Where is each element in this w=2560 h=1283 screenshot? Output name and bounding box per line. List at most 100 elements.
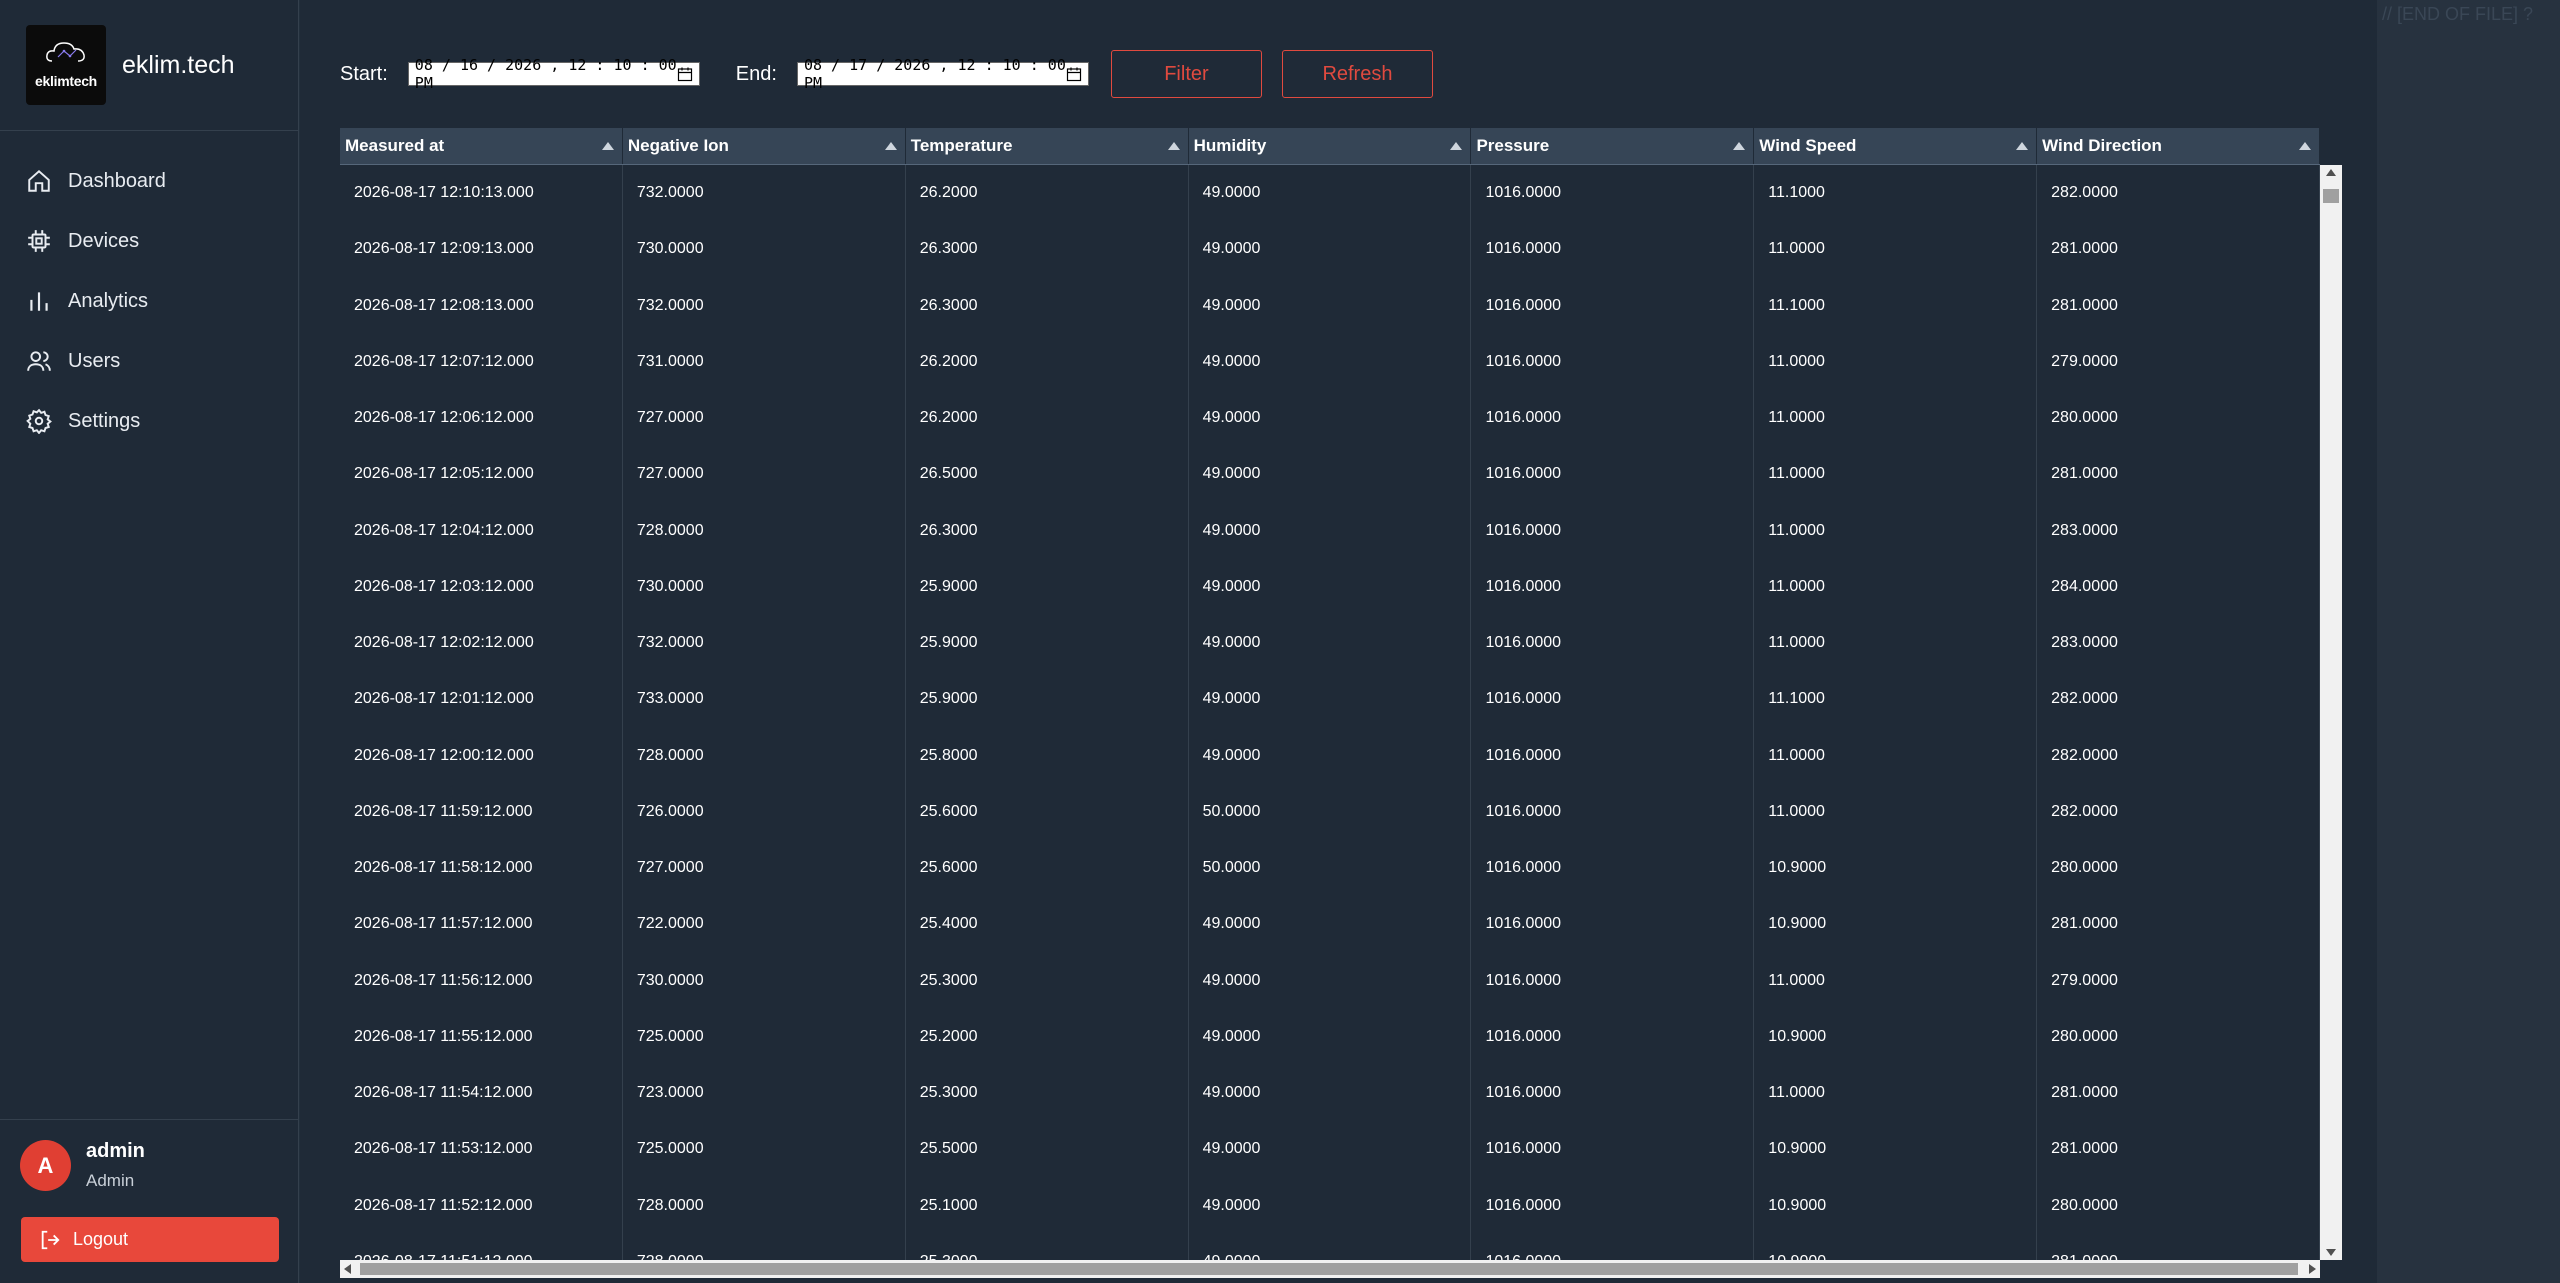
brand-name: eklim.tech: [122, 50, 235, 79]
sort-arrow-icon[interactable]: [1733, 142, 1746, 150]
table-row[interactable]: 2026-08-17 11:55:12.000 725.0000 25.2000 49…: [340, 1009, 2320, 1065]
sort-arrow-icon[interactable]: [1450, 142, 1463, 150]
user-role: Admin: [86, 1171, 135, 1190]
sidebar-item-dashboard[interactable]: Dashboard: [0, 151, 298, 211]
table-row[interactable]: 2026-08-17 12:06:12.000 727.0000 26.2000 49…: [340, 390, 2320, 446]
scroll-right-arrow-icon[interactable]: [2309, 1264, 2316, 1274]
sort-arrow-icon[interactable]: [1167, 142, 1180, 150]
table-row[interactable]: 2026-08-17 11:52:12.000 728.0000 25.1000 49…: [340, 1178, 2320, 1234]
table-cell: 2026-08-17 11:52:12.000: [354, 1196, 533, 1214]
sidebar-item-analytics[interactable]: Analytics: [0, 271, 298, 331]
table-cell: 25.2000: [919, 1027, 978, 1045]
table-cell: 25.9000: [919, 577, 978, 595]
table-row[interactable]: 2026-08-17 12:00:12.000 728.0000 25.8000 49…: [340, 728, 2320, 784]
table-cell: 11.1000: [1768, 690, 1825, 708]
sidebar-item-settings[interactable]: Settings: [0, 391, 298, 451]
filter-button[interactable]: Filter: [1110, 50, 1262, 98]
table-row[interactable]: 2026-08-17 12:02:12.000 732.0000 25.9000 49…: [340, 615, 2320, 671]
scroll-thumb[interactable]: [2323, 189, 2339, 203]
table-cell: 1016.0000: [1485, 1084, 1562, 1102]
table-cell: 281.0000: [2051, 240, 2118, 258]
table-cell: 11.0000: [1768, 409, 1825, 427]
table-cell: 2026-08-17 11:57:12.000: [354, 915, 533, 933]
sort-arrow-icon[interactable]: [2016, 142, 2029, 150]
table-row[interactable]: 2026-08-17 11:57:12.000 722.0000 25.4000 49…: [340, 896, 2320, 952]
table-cell: 2026-08-17 12:10:13.000: [354, 184, 534, 202]
sort-arrow-icon[interactable]: [601, 142, 614, 150]
column-header[interactable]: Wind Direction: [2037, 128, 2321, 164]
calendar-icon[interactable]: [677, 66, 693, 82]
table-cell: 25.8000: [919, 746, 978, 764]
scroll-thumb[interactable]: [360, 1263, 2298, 1275]
brand[interactable]: eklimtech eklim.tech: [0, 0, 298, 131]
table-cell: 2026-08-17 11:55:12.000: [354, 1027, 533, 1045]
sidebar-item-devices[interactable]: Devices: [0, 211, 298, 271]
sidebar-item-users[interactable]: Users: [0, 331, 298, 391]
sort-arrow-icon[interactable]: [2299, 142, 2312, 150]
column-header[interactable]: Temperature: [906, 128, 1189, 164]
main-content: Start: 08 / 16 / 2026 , 12 : 10 : 00 PM …: [300, 0, 2377, 1283]
table-row[interactable]: 2026-08-17 11:58:12.000 727.0000 25.6000 50…: [340, 840, 2320, 896]
scroll-down-arrow-icon[interactable]: [2326, 1249, 2336, 1256]
refresh-button[interactable]: Refresh: [1281, 50, 1433, 98]
table-cell: 730.0000: [636, 577, 704, 595]
table-cell: 49.0000: [1202, 690, 1261, 708]
table-cell: 725.0000: [636, 1027, 704, 1045]
table-cell: 2026-08-17 12:01:12.000: [354, 690, 534, 708]
table-row[interactable]: 2026-08-17 11:54:12.000 723.0000 25.3000 49…: [340, 1065, 2320, 1121]
table-cell: 1016.0000: [1471, 1253, 1754, 1260]
table-cell: 284.0000: [2051, 577, 2118, 595]
column-header[interactable]: Negative Ion: [623, 128, 906, 164]
table-row[interactable]: 2026-08-17 11:51:12.000728.000025.300049…: [340, 1234, 2320, 1260]
table-cell: 725.0000: [636, 1140, 704, 1158]
table-row[interactable]: 2026-08-17 12:09:13.000 730.0000 26.3000 49…: [340, 221, 2320, 277]
table-row[interactable]: 2026-08-17 12:10:13.000 732.0000 26.2000 49…: [340, 165, 2320, 221]
table-cell: 1016.0000: [1485, 352, 1562, 370]
scroll-left-arrow-icon[interactable]: [344, 1264, 351, 1274]
table-row[interactable]: 2026-08-17 12:01:12.000 733.0000 25.9000 49…: [340, 671, 2320, 727]
table-cell: 11.0000: [1768, 971, 1825, 989]
table-cell: 2026-08-17 12:05:12.000: [354, 465, 534, 483]
table-row[interactable]: 2026-08-17 11:59:12.000 726.0000 25.6000 50…: [340, 784, 2320, 840]
table-cell: 279.0000: [2051, 352, 2118, 370]
table-cell: 11.0000: [1768, 465, 1825, 483]
table-cell: 723.0000: [636, 1084, 704, 1102]
column-header-label: Temperature: [910, 136, 1013, 155]
table-cell: 1016.0000: [1485, 1140, 1562, 1158]
sort-arrow-icon[interactable]: [884, 142, 897, 150]
table-cell: 281.0000: [2051, 465, 2118, 483]
table-row[interactable]: 2026-08-17 12:05:12.000 727.0000 26.5000 49…: [340, 446, 2320, 502]
column-header[interactable]: Humidity: [1189, 128, 1472, 164]
table-cell: 26.3000: [919, 240, 978, 258]
vertical-scrollbar[interactable]: [2320, 165, 2342, 1260]
logout-button[interactable]: Logout: [21, 1217, 279, 1262]
calendar-icon[interactable]: [1066, 66, 1082, 82]
table-row[interactable]: 2026-08-17 12:07:12.000 731.0000 26.2000 49…: [340, 334, 2320, 390]
table-cell: 2026-08-17 11:53:12.000: [354, 1140, 533, 1158]
table-cell: 728.0000: [636, 1196, 704, 1214]
column-header[interactable]: Pressure: [1471, 128, 1755, 164]
start-datetime-input[interactable]: 08 / 16 / 2026 , 12 : 10 : 00 PM: [407, 56, 700, 92]
table-cell: 11.0000: [1768, 240, 1825, 258]
column-header-label: Measured at: [345, 136, 445, 155]
table-cell: 11.1000: [1768, 296, 1825, 314]
table-cell: 1016.0000: [1485, 577, 1562, 595]
column-header-label: Humidity: [1193, 136, 1267, 155]
table-row[interactable]: 2026-08-17 11:56:12.000 730.0000 25.3000 49…: [340, 953, 2320, 1009]
table-cell: 730.0000: [636, 971, 704, 989]
table-row[interactable]: 2026-08-17 11:53:12.000 725.0000 25.5000 49…: [340, 1121, 2320, 1177]
column-header[interactable]: Measured at: [340, 128, 623, 164]
table-body[interactable]: 2026-08-17 12:10:13.000 732.0000 26.2000 49…: [340, 165, 2320, 1260]
end-datetime-input[interactable]: 08 / 17 / 2026 , 12 : 10 : 00 PM: [796, 56, 1089, 92]
table-row[interactable]: 2026-08-17 12:08:13.000 732.0000 26.3000 49…: [340, 278, 2320, 334]
table-cell: 49.0000: [1202, 296, 1261, 314]
table-cell: 10.9000: [1768, 915, 1827, 933]
column-header[interactable]: Wind Speed: [1754, 128, 2038, 164]
table-cell: 282.0000: [2051, 746, 2118, 764]
avatar[interactable]: A: [20, 1140, 71, 1191]
table-cell: 10.9000: [1768, 859, 1827, 877]
table-row[interactable]: 2026-08-17 12:04:12.000 728.0000 26.3000 49…: [340, 503, 2320, 559]
horizontal-scrollbar[interactable]: [340, 1260, 2320, 1278]
table-row[interactable]: 2026-08-17 12:03:12.000 730.0000 25.9000 49…: [340, 559, 2320, 615]
scroll-up-arrow-icon[interactable]: [2326, 169, 2336, 176]
